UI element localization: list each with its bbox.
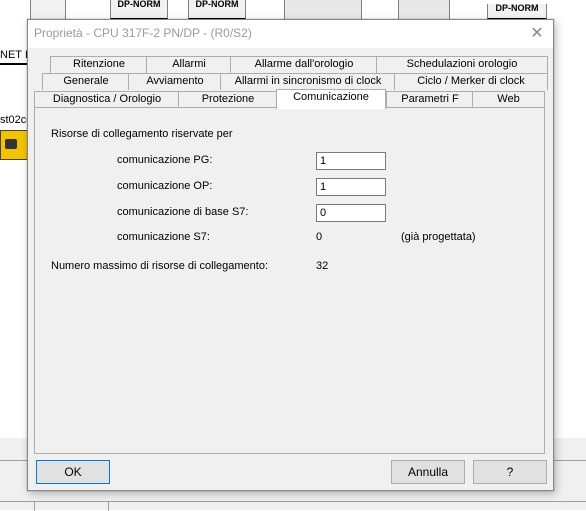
max-resources-value: 32 [316, 260, 329, 272]
s7-note: (già progettata) [401, 231, 476, 243]
s7-basic-field[interactable]: 0 [316, 204, 386, 222]
tab-panel-comunicazione: Risorse di collegamento riservate per co… [34, 107, 545, 454]
device-icon [0, 130, 28, 160]
tab-parametri-f[interactable]: Parametri F [386, 91, 474, 108]
cancel-button[interactable]: Annulla [391, 460, 465, 484]
tab-ciclo-merker[interactable]: Ciclo / Merker di clock [394, 73, 548, 90]
dp-norm-module[interactable]: DP-NORM [188, 0, 246, 20]
tab-avviamento[interactable]: Avviamento [128, 73, 222, 90]
tab-comunicazione[interactable]: Comunicazione [276, 89, 386, 109]
help-button[interactable]: ? [473, 460, 547, 484]
pg-field[interactable]: 1 [316, 152, 386, 170]
tab-diagnostica-orologio[interactable]: Diagnostica / Orologio [34, 91, 180, 108]
tab-allarmi-sincronismo[interactable]: Allarmi in sincronismo di clock [220, 73, 396, 90]
tab-allarme-orologio[interactable]: Allarme dall'orologio [230, 56, 378, 73]
station-device[interactable]: st02co [0, 114, 32, 174]
tab-allarmi[interactable]: Allarmi [146, 56, 232, 73]
network-bus-line [0, 63, 30, 65]
op-field[interactable]: 1 [316, 178, 386, 196]
dialog-titlebar[interactable]: Proprietà - CPU 317F-2 PN/DP - (R0/S2) ✕ [28, 20, 553, 48]
io-module[interactable] [284, 0, 362, 20]
properties-dialog: Proprietà - CPU 317F-2 PN/DP - (R0/S2) ✕… [27, 19, 554, 491]
tab-web[interactable]: Web [472, 91, 545, 108]
tab-generale[interactable]: Generale [42, 73, 130, 90]
tab-schedulazioni-orologio[interactable]: Schedulazioni orologio [376, 56, 548, 73]
io-module[interactable] [398, 0, 450, 20]
op-label: comunicazione OP: [117, 180, 213, 192]
close-icon[interactable]: ✕ [527, 24, 547, 44]
max-resources-label: Numero massimo di risorse di collegament… [51, 260, 269, 272]
tab-ritenzione[interactable]: Ritenzione [50, 56, 148, 73]
reserved-resources-label: Risorse di collegamento riservate per [51, 128, 233, 140]
s7-value: 0 [316, 231, 323, 243]
dp-norm-module[interactable]: DP-NORM [110, 0, 168, 20]
rack-slot-module [30, 0, 66, 20]
s7-basic-label: comunicazione di base S7: [117, 206, 249, 218]
hw-config-rack: DP-NORM DP-NORM DP-NORM [0, 0, 586, 20]
pg-label: comunicazione PG: [117, 154, 213, 166]
tab-protezione[interactable]: Protezione [178, 91, 278, 108]
dialog-title: Proprietà - CPU 317F-2 PN/DP - (R0/S2) [34, 26, 252, 40]
s7-label: comunicazione S7: [117, 231, 210, 243]
dp-norm-module[interactable]: DP-NORM [487, 4, 547, 20]
ok-button[interactable]: OK [36, 460, 110, 484]
